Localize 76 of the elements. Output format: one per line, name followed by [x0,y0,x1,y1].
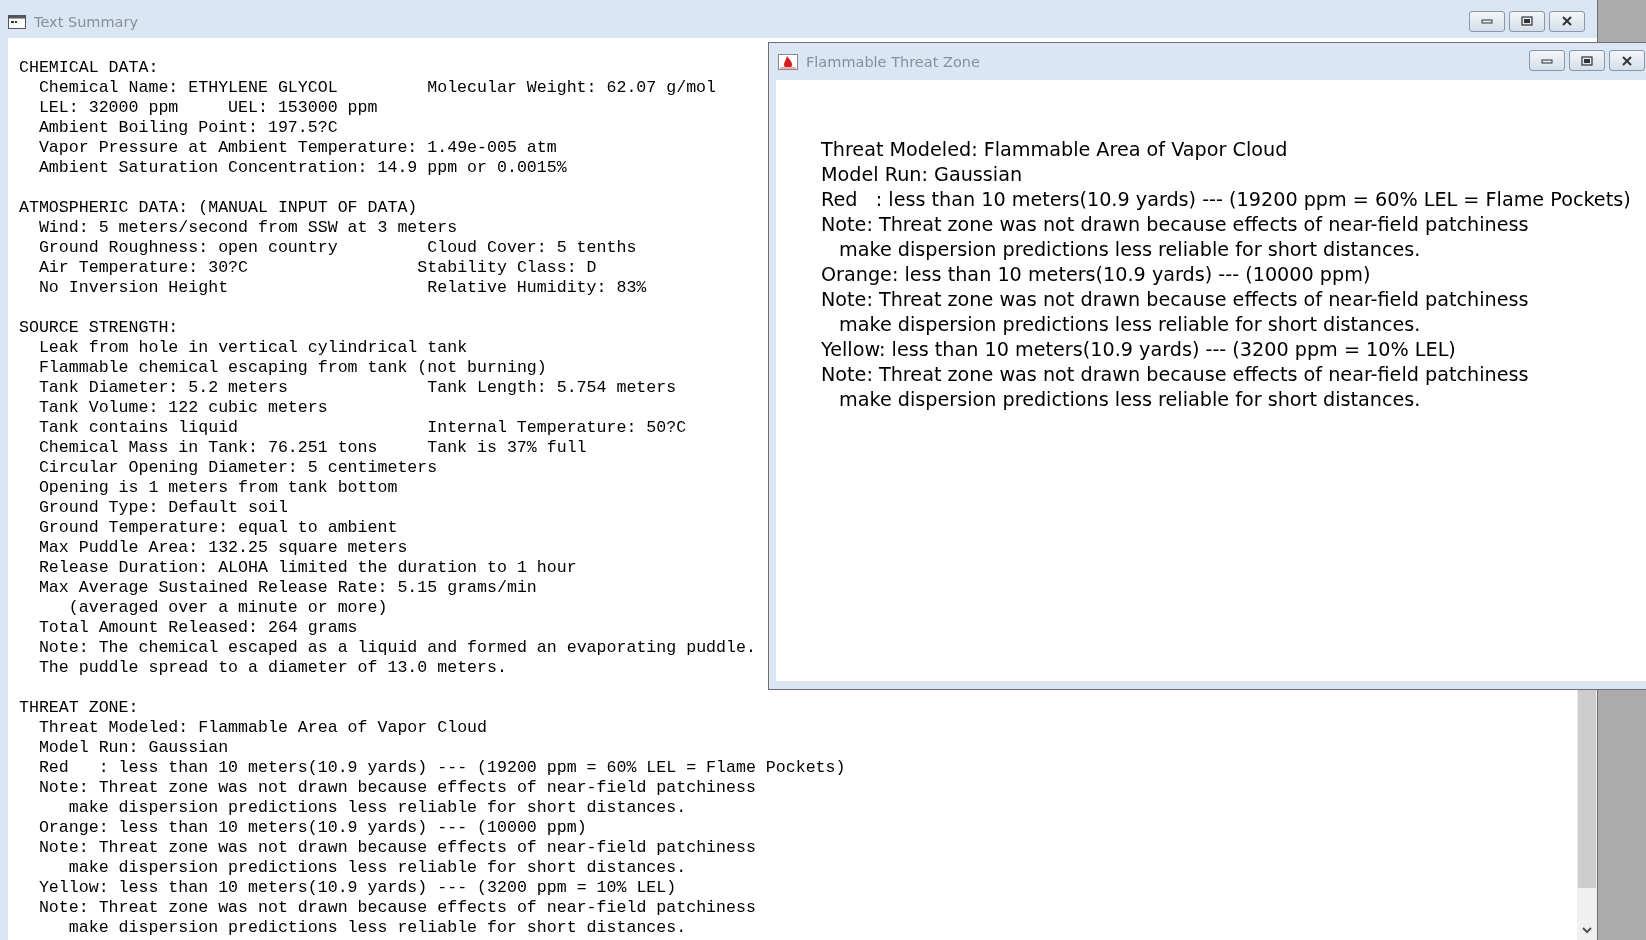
summary-text: Red : less than 10 meters(10.9 yards) --- (19200 ppm = 60% LEL = Flame Pockets) [38,758,846,778]
summary-text: Opening is 1 meters from tank bottom [38,478,398,498]
threat-text: Note: Threat zone was not drawn because effects of near-field patchiness [821,213,1529,236]
summary-text: Tank is 37% full [427,438,587,458]
summary-text: Orange: less than 10 meters(10.9 yards) --- (10000 ppm) [38,818,587,838]
section-heading: SOURCE STRENGTH: [19,318,179,338]
threat-text: Yellow: less than 10 meters(10.9 yards) --- (3200 ppm = 10% LEL) [821,338,1456,361]
summary-text: Tank Volume: 122 cubic meters [38,398,328,418]
summary-text: No Inversion Height [38,278,230,298]
summary-text: Release Duration: ALOHA limited the duration to 1 hour [38,558,577,578]
threat-text: make dispersion predictions less reliable for short distances. [839,388,1421,411]
scrollbar[interactable] [1577,690,1597,940]
summary-text: Chemical Name: ETHYLENE GLYCOL [38,78,339,98]
summary-text: LEL: 32000 ppm [38,98,180,118]
close-icon [1561,16,1573,26]
summary-text: Wind: 5 meters/second from SSW at 3 meters [38,218,458,238]
threat-text: Model Run: Gaussian [821,163,1023,186]
document-icon [8,15,26,29]
window-title: Flammable Threat Zone [806,53,980,70]
summary-text: Note: Threat zone was not drawn because effects of near-field patchiness [38,898,756,918]
close-button[interactable] [1609,50,1645,71]
summary-text: Relative Humidity: 83% [427,278,647,298]
summary-text: Ground Type: Default soil [38,498,288,518]
threat-text: Note: Threat zone was not drawn because effects of near-field patchiness [821,363,1529,386]
summary-text: Yellow: less than 10 meters(10.9 yards) --- (3200 ppm = 10% LEL) [38,878,677,898]
summary-text: Leak from hole in vertical cylindrical tank [38,338,468,358]
summary-text: Max Average Sustained Release Rate: 5.15 grams/min [38,578,537,598]
threat-text: make dispersion predictions less reliable for short distances. [839,313,1421,336]
summary-text: Ambient Saturation Concentration: 14.9 ppm or 0.0015% [38,158,567,178]
summary-text: Air Temperature: 30?C [38,258,250,278]
chevron-down-icon [1581,926,1593,934]
summary-text: make dispersion predictions less reliable for short distances. [68,798,687,818]
window-title: Text Summary [34,14,138,30]
maximize-button[interactable] [1509,10,1545,32]
summary-text: Tank Diameter: 5.2 meters [38,378,289,398]
summary-text: UEL: 153000 ppm [228,98,378,118]
summary-text: Flammable chemical escaping from tank (not burning) [38,358,547,378]
summary-text: Internal Temperature: 50?C [427,418,687,438]
summary-text: (averaged over a minute or more) [68,598,388,618]
summary-text: Cloud Cover: 5 tenths [427,238,637,258]
summary-text: Molecular Weight: 62.07 g/mol [427,78,717,98]
section-heading: ATMOSPHERIC DATA: (MANUAL INPUT OF DATA) [19,198,418,218]
minimize-icon [1481,18,1493,24]
maximize-icon [1581,55,1593,66]
summary-text: Threat Modeled: Flammable Area of Vapor Cloud [38,718,487,738]
summary-text: Note: The chemical escaped as a liquid and formed an evaporating puddle. [38,638,756,658]
summary-text: Tank contains liquid [38,418,240,438]
section-heading: CHEMICAL DATA: [19,58,159,78]
threat-text: Orange: less than 10 meters(10.9 yards) --- (10000 ppm) [821,263,1371,286]
summary-text: make dispersion predictions less reliable for short distances. [68,858,687,878]
summary-text: Chemical Mass in Tank: 76.251 tons [38,438,379,458]
summary-text: Circular Opening Diameter: 5 centimeters [38,458,438,478]
summary-text: Max Puddle Area: 132.25 square meters [38,538,408,558]
summary-text: Model Run: Gaussian [38,738,229,758]
summary-text: Stability Class: D [417,258,597,278]
summary-text: The puddle spread to a diameter of 13.0 meters. [38,658,507,678]
maximize-button[interactable] [1569,50,1605,71]
summary-text: Ambient Boiling Point: 197.5?C [38,118,338,138]
close-button[interactable] [1549,10,1585,32]
drop-icon [778,53,798,70]
summary-text: Ground Roughness: open country [38,238,339,258]
minimize-icon [1541,57,1553,64]
section-heading: THREAT ZONE: [19,698,139,718]
summary-text: make dispersion predictions less reliable for short distances. [68,918,687,938]
summary-text: Vapor Pressure at Ambient Temperature: 1.49e-005 atm [38,138,557,158]
close-icon [1621,55,1633,66]
threat-text: Note: Threat zone was not drawn because effects of near-field patchiness [821,288,1529,311]
threat-text: Threat Modeled: Flammable Area of Vapor Cloud [821,138,1288,161]
summary-text: Note: Threat zone was not drawn because effects of near-field patchiness [38,778,756,798]
summary-text: Note: Threat zone was not drawn because effects of near-field patchiness [38,838,756,858]
threat-text: Red : less than 10 meters(10.9 yards) --- (19200 ppm = 60% LEL = Flame Pockets) [821,188,1631,211]
summary-text: Ground Temperature: equal to ambient [38,518,398,538]
maximize-icon [1521,16,1533,26]
threat-text: make dispersion predictions less reliable for short distances. [839,238,1421,261]
summary-text: Tank Length: 5.754 meters [427,378,677,398]
summary-text: Total Amount Released: 264 grams [38,618,358,638]
